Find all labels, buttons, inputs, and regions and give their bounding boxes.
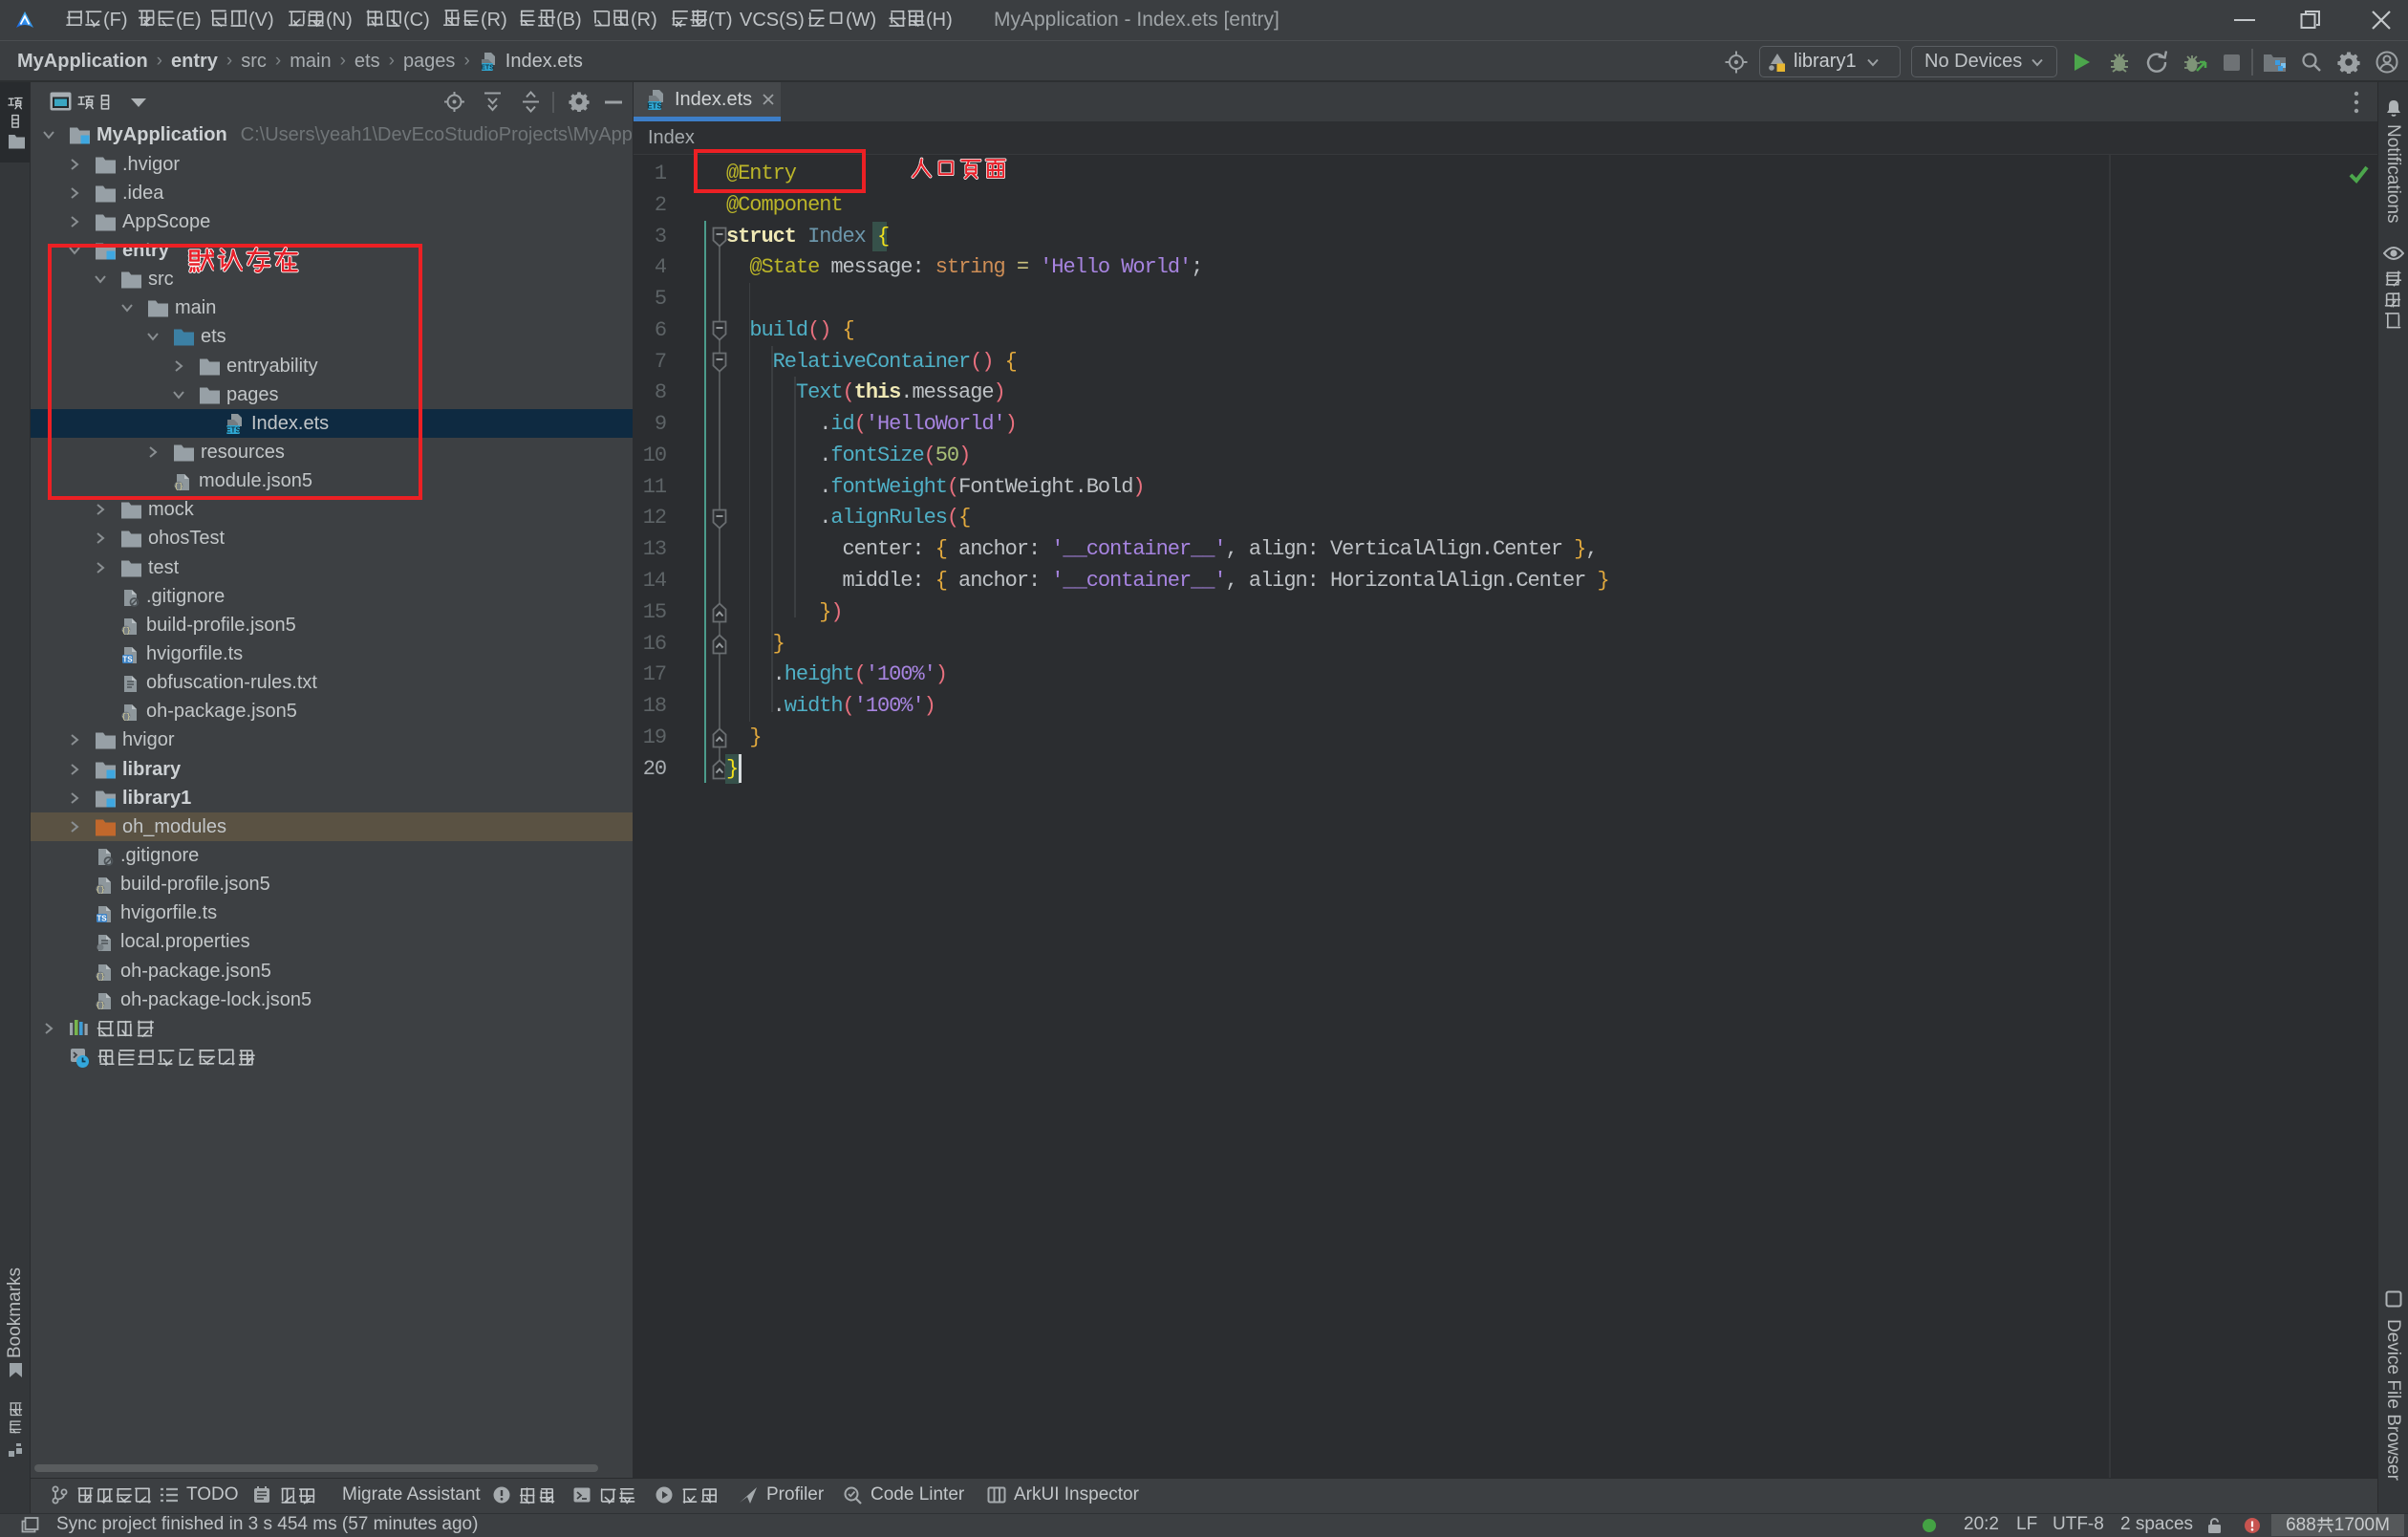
svg-text:{}: {} (121, 627, 131, 636)
svg-text:{}: {} (121, 713, 131, 722)
svg-text:ETS: ETS (481, 64, 494, 71)
svg-text:TS: TS (122, 656, 133, 664)
svg-text:{}: {} (96, 886, 105, 895)
svg-text:TS: TS (97, 915, 107, 923)
svg-text:{}: {} (96, 973, 105, 982)
svg-text:{}: {} (96, 1002, 105, 1010)
svg-text:ETS: ETS (647, 101, 662, 110)
